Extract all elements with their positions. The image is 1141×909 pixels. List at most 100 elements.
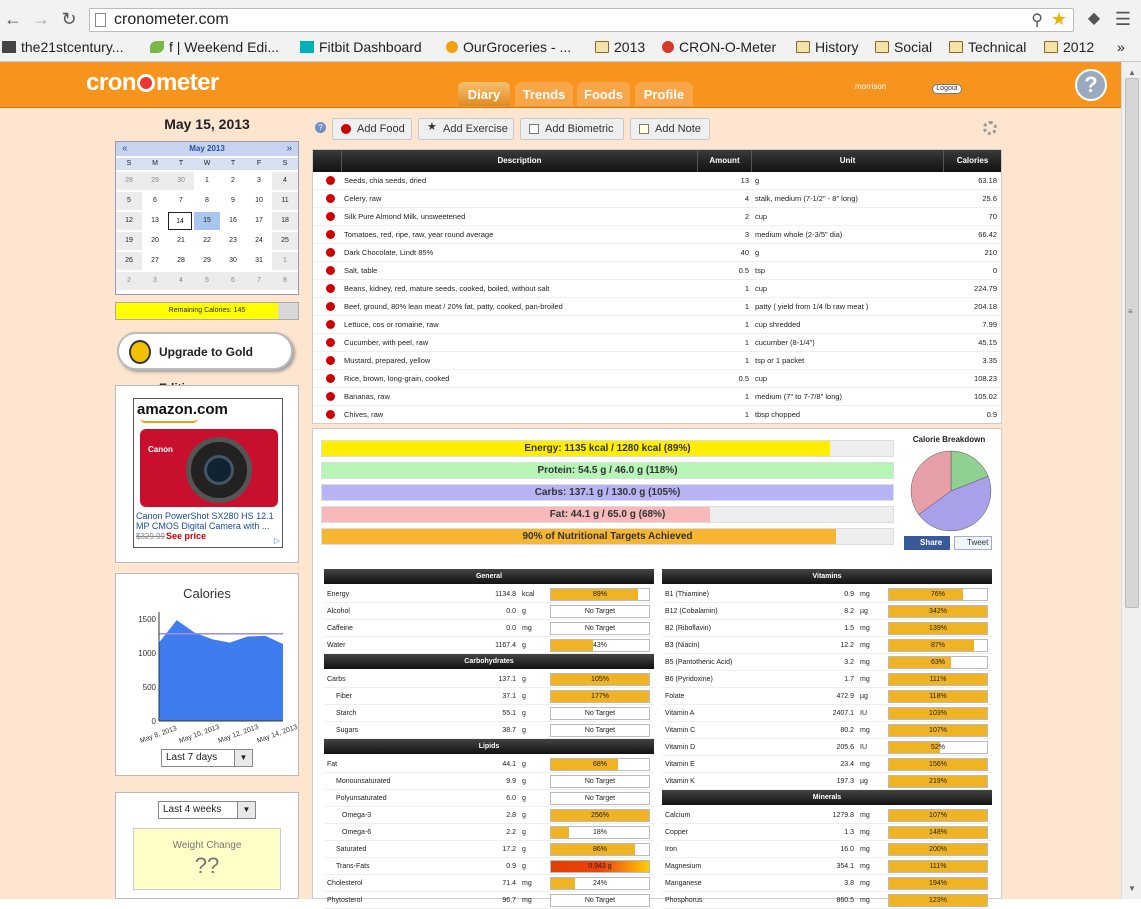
column-amount[interactable]: Amount — [697, 150, 751, 172]
food-description[interactable]: Beans, kidney, red, mature seeds, cooked… — [344, 280, 549, 298]
nutrient-row[interactable]: Omega-6 2.2 g 18% — [324, 824, 654, 841]
nutrient-row[interactable]: Carbs 137.1 g 105% — [324, 671, 654, 688]
calendar-day[interactable]: 12 — [116, 212, 142, 230]
nutrient-row[interactable]: Alcohol 0.0 g No Target — [324, 603, 654, 620]
scrollbar[interactable]: ▲ ≡ ▼ — [1121, 62, 1141, 899]
search-icon[interactable]: ⚲ — [1031, 10, 1043, 30]
diary-row[interactable]: Silk Pure Almond Milk, unsweetened 2 cup 70 — [313, 208, 1001, 226]
food-amount[interactable]: 13 — [693, 172, 749, 190]
food-amount[interactable]: 0.5 — [693, 370, 749, 388]
nutrient-row[interactable]: Manganese 3.8 mg 194% — [662, 875, 992, 892]
food-unit[interactable]: cup — [755, 280, 767, 298]
bookmark-star-icon[interactable]: ★ — [1051, 9, 1067, 30]
help-icon[interactable]: ? — [1075, 69, 1107, 101]
nutrient-row[interactable]: Cholesterol 71.4 mg 24% — [324, 875, 654, 892]
nutrient-row[interactable]: Polyunsaturated 6.0 g No Target — [324, 790, 654, 807]
nutrient-row[interactable]: Monounsaturated 9.9 g No Target — [324, 773, 654, 790]
chart-range-select[interactable]: Last 7 days ▼ — [161, 749, 253, 767]
calendar-day[interactable]: 11 — [272, 192, 298, 210]
food-unit[interactable]: cup — [755, 208, 767, 226]
nutrient-row[interactable]: Fiber 37.1 g 177% — [324, 688, 654, 705]
food-description[interactable]: Rice, brown, long-grain, cooked — [344, 370, 449, 388]
column-description[interactable]: Description — [341, 150, 697, 172]
food-unit[interactable]: g — [755, 172, 759, 190]
diary-row[interactable]: Seeds, chia seeds, dried 13 g 63.18 — [313, 172, 1001, 190]
calendar-day[interactable]: 31 — [246, 252, 272, 270]
calendar-day[interactable]: 24 — [246, 232, 272, 250]
calendar-day[interactable]: 7 — [246, 272, 272, 290]
nutrient-row[interactable]: Vitamin D 205.6 IU 52% — [662, 739, 992, 756]
diary-row[interactable]: Celery, raw 4 stalk, medium (7-1/2" - 8" l… — [313, 190, 1001, 208]
bookmark-item[interactable]: the21stcentury... — [2, 39, 123, 55]
calendar-day[interactable]: 1 — [194, 172, 220, 190]
nutrient-row[interactable]: B2 (Riboflavin) 1.5 mg 139% — [662, 620, 992, 637]
nutrient-row[interactable]: Sugars 38.7 g No Target — [324, 722, 654, 739]
bookmark-folder[interactable]: 2012 — [1044, 39, 1094, 55]
nutrient-row[interactable]: Caffeine 0.0 mg No Target — [324, 620, 654, 637]
food-description[interactable]: Bananas, raw — [344, 388, 390, 406]
nutrient-row[interactable]: Saturated 17.2 g 86% — [324, 841, 654, 858]
food-unit[interactable]: cup — [755, 370, 767, 388]
add-food-button[interactable]: Add Food — [332, 118, 412, 140]
food-description[interactable]: Seeds, chia seeds, dried — [344, 172, 426, 190]
help-icon[interactable]: ? — [315, 122, 326, 133]
calendar-day[interactable]: 18 — [272, 212, 298, 230]
calendar-day[interactable]: 20 — [142, 232, 168, 250]
logout-button[interactable]: Logout — [932, 84, 962, 94]
diary-row[interactable]: Beans, kidney, red, mature seeds, cooked… — [313, 280, 1001, 298]
calendar-day[interactable]: 23 — [220, 232, 246, 250]
food-amount[interactable]: 1 — [693, 280, 749, 298]
bookmark-item[interactable]: Fitbit Dashboard — [300, 39, 422, 55]
calendar-day[interactable]: 5 — [116, 192, 142, 210]
scroll-up-icon[interactable]: ▲ — [1128, 68, 1136, 77]
calendar-day[interactable]: 22 — [194, 232, 220, 250]
calendar-day[interactable]: 19 — [116, 232, 142, 250]
calendar-day[interactable]: 2 — [116, 272, 142, 290]
bookmark-item[interactable]: OurGroceries - ... — [446, 39, 571, 55]
food-unit[interactable]: tsp or 1 packet — [755, 352, 804, 370]
calendar-day[interactable]: 8 — [194, 192, 220, 210]
column-unit[interactable]: Unit — [751, 150, 943, 172]
calendar-day[interactable]: 29 — [194, 252, 220, 270]
calendar-day[interactable]: 29 — [142, 172, 168, 190]
food-unit[interactable]: cucumber (8-1/4") — [755, 334, 815, 352]
tab-trends[interactable]: Trends — [515, 82, 573, 106]
calendar-day[interactable]: 3 — [246, 172, 272, 190]
food-unit[interactable]: g — [755, 244, 759, 262]
food-amount[interactable]: 1 — [693, 352, 749, 370]
ad-see-price-link[interactable]: See price — [166, 531, 206, 541]
extension-icon[interactable]: ◆ — [1083, 8, 1105, 30]
bookmark-folder[interactable]: Social — [875, 39, 932, 55]
calendar-day[interactable]: 2 — [220, 172, 246, 190]
nutrient-row[interactable]: Vitamin K 197.3 µg 219% — [662, 773, 992, 790]
calendar-day[interactable]: 17 — [246, 212, 272, 230]
column-calories[interactable]: Calories — [943, 150, 1001, 172]
calendar-day[interactable]: 15 — [194, 212, 220, 230]
nutrient-row[interactable]: B1 (Thiamine) 0.9 mg 76% — [662, 586, 992, 603]
calendar-day[interactable]: 28 — [168, 252, 194, 270]
diary-row[interactable]: Rice, brown, long-grain, cooked 0.5 cup 108… — [313, 370, 1001, 388]
menu-icon[interactable]: ☰ — [1112, 8, 1134, 30]
calendar-day[interactable]: 3 — [142, 272, 168, 290]
nutrient-row[interactable]: Starch 55.1 g No Target — [324, 705, 654, 722]
nutrient-row[interactable]: Vitamin C 80.2 mg 107% — [662, 722, 992, 739]
nutrient-row[interactable]: B6 (Pyridoxine) 1.7 mg 111% — [662, 671, 992, 688]
adchoices-icon[interactable]: ▷ — [274, 536, 280, 545]
add-exercise-button[interactable]: ★ Add Exercise — [418, 118, 514, 140]
food-amount[interactable]: 1 — [693, 298, 749, 316]
food-unit[interactable]: patty ( yield from 1/4 lb raw meat ) — [755, 298, 868, 316]
nutrient-row[interactable]: Vitamin A 2407.1 IU 103% — [662, 705, 992, 722]
food-description[interactable]: Silk Pure Almond Milk, unsweetened — [344, 208, 465, 226]
nutrient-row[interactable]: Fat 44.1 g 68% — [324, 756, 654, 773]
food-description[interactable]: Tomatoes, red, ripe, raw, year round ave… — [344, 226, 493, 244]
scroll-down-icon[interactable]: ▼ — [1128, 884, 1136, 893]
food-unit[interactable]: medium whole (2-3/5" dia) — [755, 226, 842, 244]
calendar-day[interactable]: 7 — [168, 192, 194, 210]
calendar-day[interactable]: 1 — [272, 252, 298, 270]
nutrient-row[interactable]: Phytosterol 96.7 mg No Target — [324, 892, 654, 909]
food-amount[interactable]: 3 — [693, 226, 749, 244]
calendar-day[interactable]: 4 — [272, 172, 298, 190]
diary-row[interactable]: Salt, table 0.5 tsp 0 — [313, 262, 1001, 280]
diary-row[interactable]: Cucumber, with peel, raw 1 cucumber (8-1/4… — [313, 334, 1001, 352]
calendar-day[interactable]: 16 — [220, 212, 246, 230]
